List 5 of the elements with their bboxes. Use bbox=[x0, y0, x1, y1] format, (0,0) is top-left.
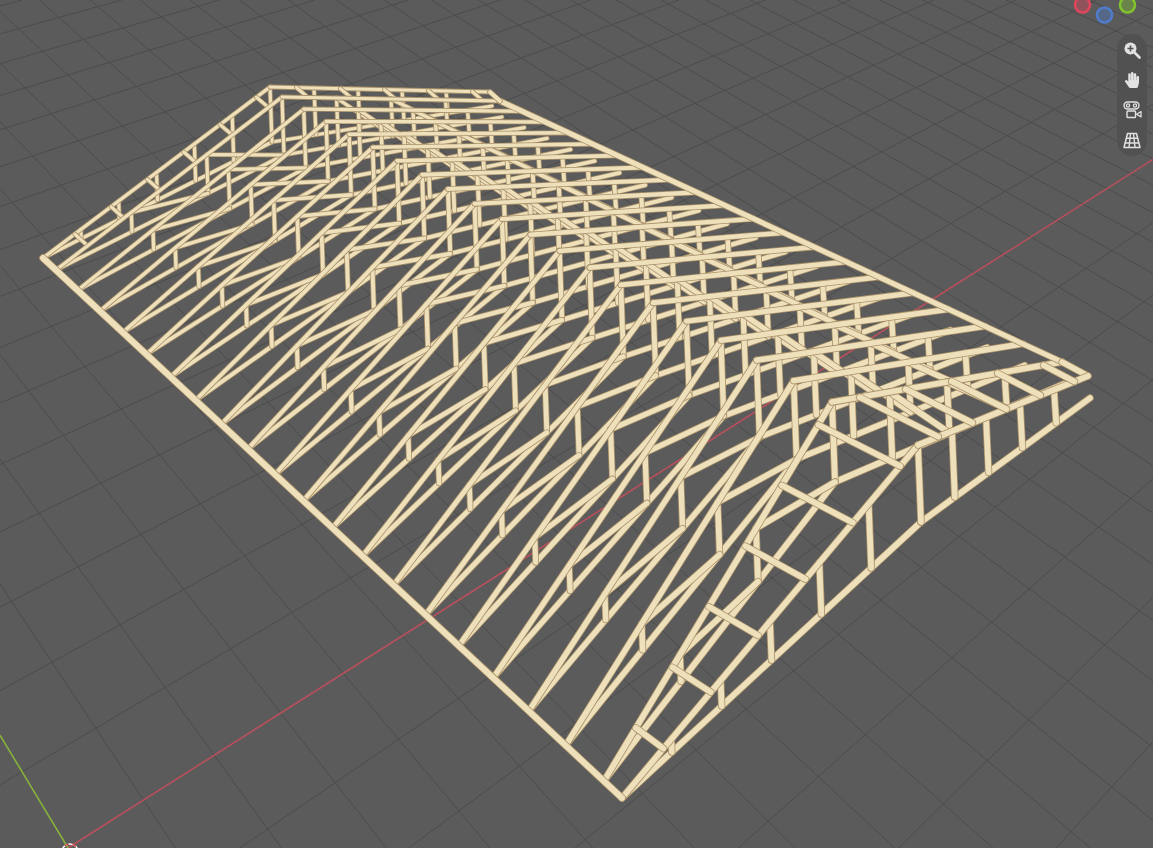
camera-icon bbox=[1122, 101, 1142, 119]
cursor-ring-icon bbox=[61, 841, 79, 848]
hand-icon bbox=[1124, 72, 1140, 88]
grid-icon bbox=[1123, 131, 1141, 149]
zoom-in-icon bbox=[1123, 41, 1141, 59]
